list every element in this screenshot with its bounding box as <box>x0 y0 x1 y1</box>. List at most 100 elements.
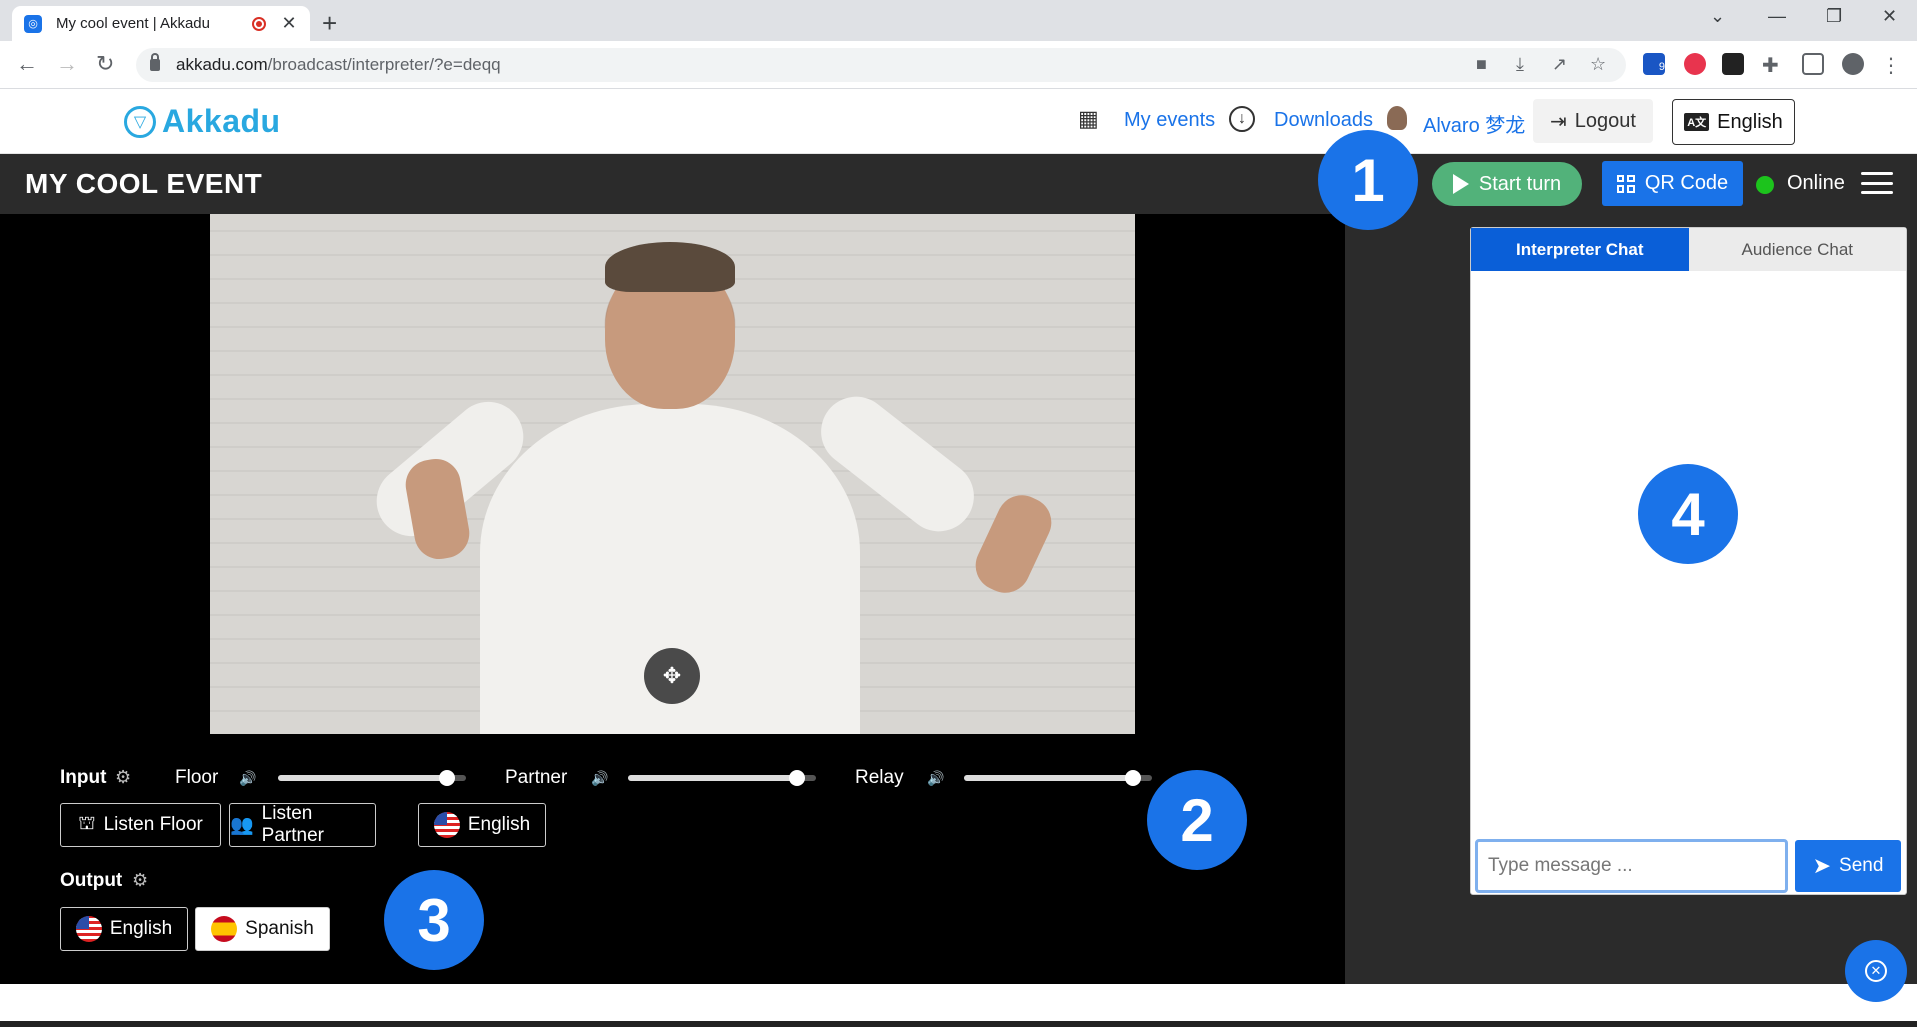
share-icon[interactable]: ↗ <box>1552 54 1567 75</box>
akkadu-logo[interactable]: ▽ Akkadu <box>124 103 281 140</box>
restore-icon[interactable]: ❐ <box>1826 6 1842 27</box>
partner-volume-slider[interactable] <box>628 770 816 786</box>
relay-volume-icon: 🔊 <box>927 770 945 786</box>
user-avatar[interactable] <box>1387 106 1407 130</box>
start-turn-label: Start turn <box>1478 172 1562 195</box>
input-language-label: English <box>467 814 531 835</box>
akkadu-logo-icon: ▽ <box>124 105 156 138</box>
input-settings-gear-icon[interactable]: ⚙ <box>115 767 131 788</box>
recording-indicator-icon <box>252 16 266 31</box>
chat-message-input[interactable] <box>1475 839 1788 893</box>
qr-code-button[interactable]: QR Code <box>1602 161 1743 206</box>
floor-volume-icon: 🔊 <box>239 770 257 786</box>
move-icon: ✥ <box>662 663 682 688</box>
play-icon <box>1452 174 1469 194</box>
output-label: Output <box>60 870 123 891</box>
my-events-link[interactable]: My events <box>1124 109 1215 132</box>
output-settings-gear-icon[interactable]: ⚙ <box>132 870 148 891</box>
send-label: Send <box>1839 855 1884 876</box>
browser-address-bar: ← → ↻ akkadu.com/broadcast/interpreter/?… <box>0 41 1917 89</box>
side-panel-icon[interactable] <box>1802 53 1824 75</box>
partner-volume-icon: 🔊 <box>591 770 609 786</box>
reload-icon[interactable]: ↻ <box>96 51 114 77</box>
user-name-link[interactable]: Alvaro 梦龙 <box>1423 109 1525 138</box>
extensions-puzzle-icon[interactable]: ✚ <box>1762 53 1784 77</box>
language-label: English <box>1717 110 1783 133</box>
language-selector-button[interactable]: A文 English <box>1672 99 1795 145</box>
forward-icon[interactable]: → <box>56 51 78 77</box>
logo-text: Akkadu <box>162 103 281 139</box>
video-player[interactable]: ✥ <box>210 214 1135 734</box>
camera-icon[interactable]: ■ <box>1476 54 1487 75</box>
event-title: MY COOL EVENT <box>25 168 263 199</box>
output-spanish-button[interactable]: Spanish <box>195 907 330 951</box>
tab-search-icon[interactable]: ⌄ <box>1710 6 1725 27</box>
tab-interpreter-chat[interactable]: Interpreter Chat <box>1471 228 1689 271</box>
output-spanish-label: Spanish <box>245 918 314 939</box>
spain-flag-icon <box>211 916 238 942</box>
close-circle-icon: ✕ <box>1865 960 1887 982</box>
listen-partner-label: Listen Partner <box>261 803 324 846</box>
partner-label: Partner <box>505 767 568 788</box>
online-status-label: Online <box>1787 172 1845 194</box>
floating-close-button[interactable]: ✕ <box>1845 940 1907 1002</box>
stage-panel: ✥ Input ⚙ Floor 🔊 Partner 🔊 Relay 🔊 ⛫ Li… <box>0 214 1345 984</box>
back-icon[interactable]: ← <box>16 51 38 77</box>
listen-floor-label: Listen Floor <box>103 814 203 835</box>
site-header: ▽ Akkadu ▦ My events ↓ Downloads Alvaro … <box>0 89 1917 154</box>
calendar-icon: ▦ <box>1078 106 1099 131</box>
downloads-link[interactable]: Downloads <box>1274 109 1373 132</box>
start-turn-button[interactable]: Start turn <box>1432 162 1582 206</box>
browser-tab-bar: ◎ My cool event | Akkadu ✕ + ⌄ — ❐ ✕ <box>0 0 1917 41</box>
partner-users-icon: 👥 <box>230 815 254 836</box>
qr-code-icon <box>1616 174 1635 193</box>
extension-red-icon[interactable] <box>1684 53 1706 75</box>
url-text: akkadu.com/broadcast/interpreter/?e=deqq <box>176 55 501 74</box>
bookmark-star-icon[interactable]: ☆ <box>1590 54 1606 75</box>
paper-plane-icon: ➤ <box>1812 853 1832 878</box>
extension-speaker-icon[interactable] <box>1722 53 1744 75</box>
akkadu-favicon-icon: ◎ <box>24 14 42 33</box>
language-icon: A文 <box>1684 113 1710 131</box>
install-icon[interactable]: ⤓ <box>1516 54 1524 75</box>
logout-label: Logout <box>1574 109 1636 132</box>
close-window-icon[interactable]: ✕ <box>1882 6 1897 27</box>
floor-volume-slider[interactable] <box>278 770 466 786</box>
page-footer-strip <box>0 984 1917 1027</box>
logout-button[interactable]: ⇥ Logout <box>1533 99 1653 143</box>
hamburger-menu-icon[interactable] <box>1861 172 1893 194</box>
input-label: Input <box>60 767 107 788</box>
floor-label: Floor <box>175 767 219 788</box>
us-flag-icon <box>433 812 460 838</box>
extension-password-icon[interactable]: 9 <box>1643 53 1665 75</box>
event-bar: MY COOL EVENT Start turn QR Code Online <box>0 154 1917 214</box>
floor-podium-icon: ⛫ <box>78 813 96 834</box>
new-tab-icon[interactable]: + <box>322 8 337 39</box>
send-button[interactable]: ➤ Send <box>1795 840 1901 892</box>
download-icon: ↓ <box>1229 106 1255 132</box>
browser-menu-icon[interactable]: ⋮ <box>1880 53 1902 77</box>
move-video-button[interactable]: ✥ <box>644 648 700 704</box>
annotation-badge-4: 4 <box>1638 464 1738 564</box>
tab-audience-chat[interactable]: Audience Chat <box>1688 228 1906 271</box>
close-tab-icon[interactable]: ✕ <box>280 13 298 34</box>
annotation-badge-1: 1 <box>1318 130 1418 230</box>
listen-partner-button[interactable]: 👥 Listen Partner <box>229 803 376 847</box>
profile-icon[interactable] <box>1842 53 1864 75</box>
online-status-dot <box>1756 176 1774 194</box>
browser-tab[interactable]: ◎ My cool event | Akkadu ✕ <box>12 6 310 41</box>
annotation-badge-3: 3 <box>384 870 484 970</box>
chat-tabs: Interpreter Chat Audience Chat <box>1471 228 1906 271</box>
annotation-badge-2: 2 <box>1147 770 1247 870</box>
listen-floor-button[interactable]: ⛫ Listen Floor <box>60 803 221 847</box>
video-figure-hair <box>605 242 735 292</box>
us-flag-icon <box>75 916 102 942</box>
url-bar[interactable]: akkadu.com/broadcast/interpreter/?e=deqq… <box>136 48 1626 82</box>
extension-badge: 9 <box>1658 61 1665 73</box>
output-english-button[interactable]: English <box>60 907 188 951</box>
input-language-button[interactable]: English <box>418 803 546 847</box>
relay-label: Relay <box>855 767 904 788</box>
logout-icon: ⇥ <box>1550 110 1567 133</box>
minimize-icon[interactable]: — <box>1768 6 1786 27</box>
relay-volume-slider[interactable] <box>964 770 1152 786</box>
